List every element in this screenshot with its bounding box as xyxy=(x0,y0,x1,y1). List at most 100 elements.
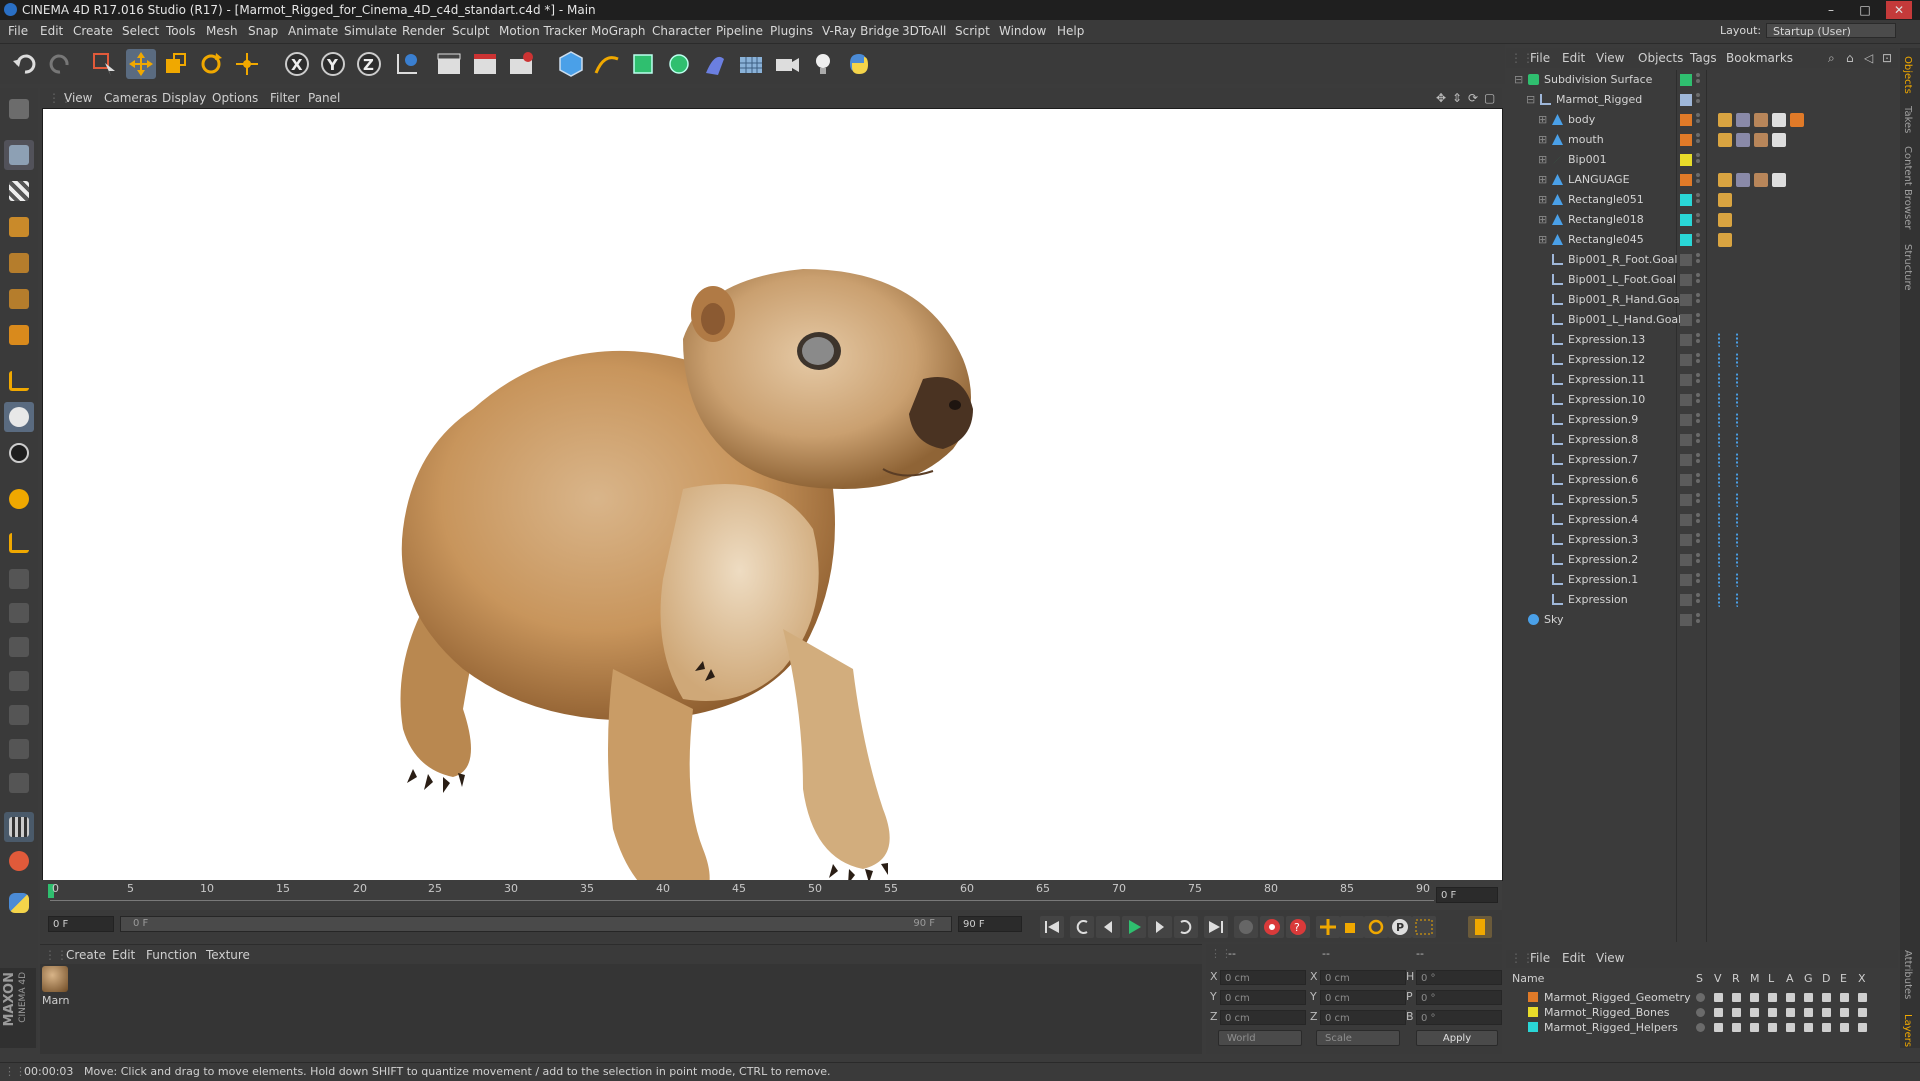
visibility-dots-icon[interactable] xyxy=(1696,213,1700,227)
menu-create[interactable]: Create xyxy=(73,24,113,38)
object-row[interactable]: Bip001_R_Foot.Goal xyxy=(1506,250,1898,270)
size-y-field[interactable]: 0 cm xyxy=(1320,990,1406,1005)
layer-color-swatch[interactable] xyxy=(1680,114,1692,126)
expand-toggle-icon[interactable]: ⊟ xyxy=(1526,93,1535,106)
end-frame-field[interactable]: 90 F xyxy=(958,916,1022,932)
viewport-move-icon[interactable]: ✥ xyxy=(1436,91,1446,105)
layer-flag-toggle-icon[interactable] xyxy=(1822,1008,1831,1017)
visibility-dots-icon[interactable] xyxy=(1696,393,1700,407)
editor-visibility-icon[interactable] xyxy=(1680,334,1692,346)
character-tool-6[interactable] xyxy=(4,734,34,764)
object-name[interactable]: Expression.13 xyxy=(1568,333,1645,346)
expand-toggle-icon[interactable]: ⊞ xyxy=(1538,233,1547,246)
object-row[interactable]: Bip001_L_Hand.Goal xyxy=(1506,310,1898,330)
object-tag-icon[interactable] xyxy=(1736,593,1744,607)
layers-menu-file[interactable]: File xyxy=(1530,951,1550,965)
render-settings-button[interactable] xyxy=(506,49,536,79)
object-name[interactable]: Subdivision Surface xyxy=(1544,73,1652,86)
object-tag-icon[interactable] xyxy=(1718,133,1732,147)
add-camera-button[interactable] xyxy=(772,49,802,79)
menu-snap[interactable]: Snap xyxy=(248,24,278,38)
object-name[interactable]: Expression.8 xyxy=(1568,433,1638,446)
object-tag-icon[interactable] xyxy=(1736,433,1744,447)
object-tag-icon[interactable] xyxy=(1736,493,1744,507)
layer-flag-toggle-icon[interactable] xyxy=(1804,1023,1813,1032)
transform-tool-button[interactable] xyxy=(232,49,262,79)
menu-animate[interactable]: Animate xyxy=(288,24,338,38)
layer-column-header[interactable]: S xyxy=(1696,972,1703,985)
maximize-button[interactable]: □ xyxy=(1852,1,1878,19)
editor-visibility-icon[interactable] xyxy=(1680,394,1692,406)
object-tag-icon[interactable] xyxy=(1736,573,1744,587)
rotate-tool-button[interactable] xyxy=(196,49,226,79)
expand-toggle-icon[interactable]: ⊞ xyxy=(1538,193,1547,206)
x-axis-lock-button[interactable]: X xyxy=(282,49,312,79)
object-tag-icon[interactable] xyxy=(1736,453,1744,467)
object-name[interactable]: Bip001_L_Hand.Goal xyxy=(1568,313,1681,326)
editor-visibility-icon[interactable] xyxy=(1680,514,1692,526)
editor-visibility-icon[interactable] xyxy=(1680,534,1692,546)
layer-color-swatch[interactable] xyxy=(1528,992,1538,1002)
expand-toggle-icon[interactable]: ⊞ xyxy=(1538,133,1547,146)
character-tool-2[interactable] xyxy=(4,598,34,628)
editor-visibility-icon[interactable] xyxy=(1680,374,1692,386)
object-row[interactable]: Expression.12 xyxy=(1506,350,1898,370)
visibility-dots-icon[interactable] xyxy=(1696,593,1700,607)
material-thumbnail[interactable] xyxy=(42,966,68,992)
layer-row[interactable]: Marmot_Rigged_Geometry xyxy=(1506,990,1898,1005)
visibility-dots-icon[interactable] xyxy=(1696,253,1700,267)
layer-column-header[interactable]: V xyxy=(1714,972,1722,985)
visibility-dots-icon[interactable] xyxy=(1696,613,1700,627)
add-generator-button[interactable] xyxy=(628,49,658,79)
redo-button[interactable] xyxy=(45,49,75,79)
layer-flag-toggle-icon[interactable] xyxy=(1696,993,1705,1002)
objects-menu-view[interactable]: View xyxy=(1596,51,1624,65)
back-icon[interactable]: ◁ xyxy=(1864,51,1873,65)
editor-visibility-icon[interactable] xyxy=(1680,614,1692,626)
layer-row[interactable]: Marmot_Rigged_Bones xyxy=(1506,1005,1898,1020)
layer-flag-toggle-icon[interactable] xyxy=(1840,1008,1849,1017)
layers-menu-view[interactable]: View xyxy=(1596,951,1624,965)
layer-name[interactable]: Marmot_Rigged_Bones xyxy=(1544,1006,1669,1019)
visibility-dots-icon[interactable] xyxy=(1696,433,1700,447)
layer-color-swatch[interactable] xyxy=(1680,74,1692,86)
object-name[interactable]: Marmot_Rigged xyxy=(1556,93,1642,106)
workplane-mode-button[interactable] xyxy=(4,212,34,242)
object-row[interactable]: ⊞ Rectangle051 xyxy=(1506,190,1898,210)
object-tag-icon[interactable] xyxy=(1736,393,1744,407)
object-row[interactable]: Expression.1 xyxy=(1506,570,1898,590)
menu-file[interactable]: File xyxy=(8,24,28,38)
layer-flag-toggle-icon[interactable] xyxy=(1840,1023,1849,1032)
visibility-dots-icon[interactable] xyxy=(1696,373,1700,387)
object-name[interactable]: Expression.1 xyxy=(1568,573,1638,586)
object-name[interactable]: Expression.10 xyxy=(1568,393,1645,406)
menu-render[interactable]: Render xyxy=(402,24,445,38)
objects-menu-tags[interactable]: Tags xyxy=(1690,51,1717,65)
add-array-button[interactable] xyxy=(664,49,694,79)
character-tool-1[interactable] xyxy=(4,564,34,594)
layer-column-header[interactable]: A xyxy=(1786,972,1794,985)
pos-z-field[interactable]: 0 cm xyxy=(1220,1010,1306,1025)
layer-flag-toggle-icon[interactable] xyxy=(1732,1023,1741,1032)
start-frame-field[interactable]: 0 F xyxy=(48,916,114,932)
object-tag-icon[interactable] xyxy=(1736,373,1744,387)
object-tag-icon[interactable] xyxy=(1718,333,1726,347)
layer-flag-toggle-icon[interactable] xyxy=(1786,1023,1795,1032)
workplane-snap-button[interactable] xyxy=(4,846,34,876)
character-tool-4[interactable] xyxy=(4,666,34,696)
layer-flag-toggle-icon[interactable] xyxy=(1840,993,1849,1002)
object-row[interactable]: Sky xyxy=(1506,610,1898,630)
layer-flag-toggle-icon[interactable] xyxy=(1750,1023,1759,1032)
object-row[interactable]: ⊞ LANGUAGE xyxy=(1506,170,1898,190)
objects-menu-objects[interactable]: Objects xyxy=(1638,51,1683,65)
layer-flag-toggle-icon[interactable] xyxy=(1804,993,1813,1002)
object-name[interactable]: Expression.11 xyxy=(1568,373,1645,386)
editor-visibility-icon[interactable] xyxy=(1680,594,1692,606)
layer-flag-toggle-icon[interactable] xyxy=(1786,1008,1795,1017)
object-tag-icon[interactable] xyxy=(1718,413,1726,427)
object-tag-icon[interactable] xyxy=(1718,193,1732,207)
object-name[interactable]: Expression.5 xyxy=(1568,493,1638,506)
layer-row[interactable]: Marmot_Rigged_Helpers xyxy=(1506,1020,1898,1035)
expand-toggle-icon[interactable]: ⊞ xyxy=(1538,153,1547,166)
object-row[interactable]: Expression.2 xyxy=(1506,550,1898,570)
